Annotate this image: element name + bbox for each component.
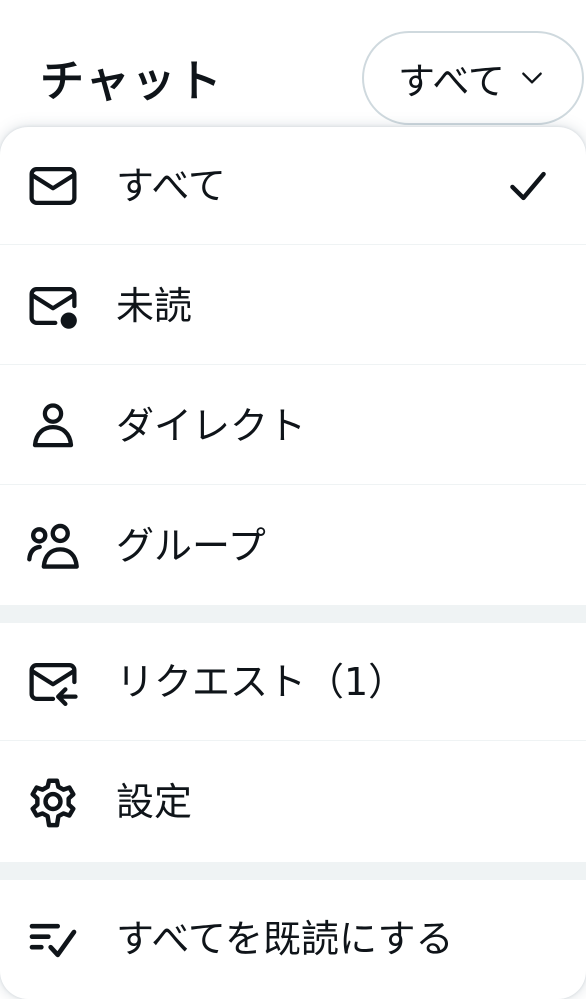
menu-item-group[interactable]: グループ — [0, 487, 586, 605]
menu-item-all[interactable]: すべて — [0, 127, 586, 245]
menu-item-unread[interactable]: 未読 — [0, 247, 586, 365]
page-title: チャット — [40, 56, 224, 107]
menu-item-label: グループ — [116, 524, 266, 568]
gear-icon — [24, 773, 82, 831]
section-divider — [0, 605, 586, 623]
filter-menu: すべて 未読 ダイレクト グループ リクエスト（1） 設定 すべてを既読にする — [0, 127, 586, 999]
chat-header: チャット すべて — [0, 0, 586, 130]
section-divider — [0, 862, 586, 880]
filter-dropdown-button[interactable]: すべて — [362, 31, 584, 125]
mail-request-icon — [24, 653, 82, 711]
menu-item-label: ダイレクト — [116, 403, 307, 448]
menu-item-label: すべてを既読にする — [116, 917, 454, 961]
menu-item-label: すべて — [116, 163, 226, 208]
chevron-down-icon — [519, 65, 545, 91]
menu-item-mark-all-read[interactable]: すべてを既読にする — [0, 880, 586, 998]
mail-icon — [24, 157, 82, 215]
menu-item-requests[interactable]: リクエスト（1） — [0, 623, 586, 741]
menu-item-direct[interactable]: ダイレクト — [0, 367, 586, 485]
menu-item-settings[interactable]: 設定 — [0, 743, 586, 861]
filter-dropdown-label: すべて — [398, 60, 505, 103]
mail-unread-icon — [24, 277, 82, 335]
menu-item-label: リクエスト（1） — [116, 659, 407, 704]
menu-item-label: 未読 — [116, 283, 193, 328]
person-icon — [24, 397, 82, 455]
people-icon — [24, 517, 82, 575]
checkmark-icon — [506, 164, 550, 208]
mark-read-icon — [24, 910, 82, 968]
menu-item-label: 設定 — [116, 780, 193, 824]
